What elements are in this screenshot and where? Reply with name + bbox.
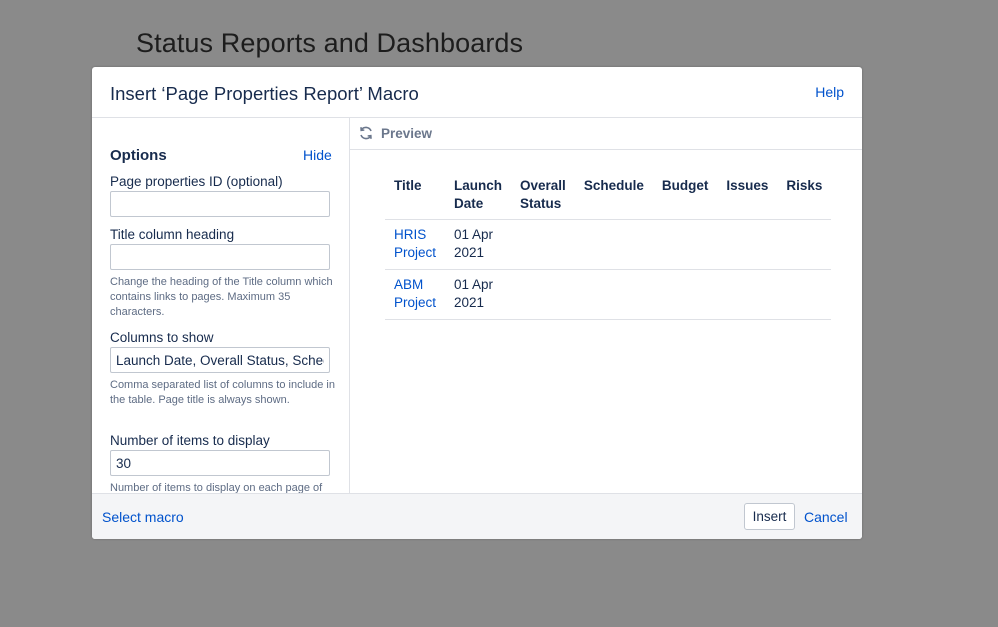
table-row: ABM Project 01 Apr 2021 (385, 269, 832, 320)
column-header-issues: Issues (717, 173, 778, 220)
insert-macro-dialog: Insert ‘Page Properties Report’ Macro He… (92, 67, 862, 539)
column-header-overall-status: Overall Status (511, 173, 575, 220)
preview-bar: Preview (350, 118, 862, 150)
table-cell-launch-date: 01 Apr 2021 (445, 269, 512, 320)
column-header-risks: Risks (777, 173, 832, 220)
column-header-launch-date: Launch Date (445, 173, 512, 220)
column-header-title: Title (385, 173, 446, 220)
table-cell-title: ABM Project (385, 269, 446, 320)
number-of-items-description: Number of items to display on each page … (110, 482, 323, 493)
table-cell-launch-date: 01 Apr 2021 (445, 219, 512, 270)
dialog-header: Insert ‘Page Properties Report’ Macro He… (92, 67, 862, 118)
page-properties-id-input[interactable] (110, 191, 330, 217)
table-cell-budget (652, 269, 718, 320)
page-link-hris-project[interactable]: HRIS Project (394, 227, 436, 260)
table-cell-overall-status (511, 269, 575, 320)
table-cell-risks (777, 269, 832, 320)
cancel-link[interactable]: Cancel (804, 509, 848, 525)
column-header-budget: Budget (652, 173, 718, 220)
refresh-icon[interactable] (358, 125, 374, 141)
help-link[interactable]: Help (815, 84, 844, 100)
columns-to-show-description: Comma separated list of columns to inclu… (110, 379, 335, 406)
table-row: HRIS Project 01 Apr 2021 (385, 219, 832, 270)
select-macro-link[interactable]: Select macro (102, 509, 184, 525)
table-cell-issues (717, 269, 778, 320)
preview-panel: Preview Title Launch Date Overall Status… (350, 118, 862, 493)
columns-to-show-label: Columns to show (110, 330, 214, 345)
column-header-schedule: Schedule (574, 173, 653, 220)
dialog-footer: Select macro Insert Cancel (92, 493, 862, 539)
table-cell-schedule (574, 219, 653, 270)
table-cell-overall-status (511, 219, 575, 270)
page-link-abm-project[interactable]: ABM Project (394, 277, 436, 310)
dialog-title: Insert ‘Page Properties Report’ Macro (110, 83, 419, 104)
table-cell-issues (717, 219, 778, 270)
options-heading: Options (110, 147, 167, 164)
title-column-heading-label: Title column heading (110, 227, 235, 242)
page-properties-id-label: Page properties ID (optional) (110, 174, 283, 189)
options-panel: Options Hide Page properties ID (optiona… (92, 118, 350, 493)
preview-table: Title Launch Date Overall Status Schedul… (385, 173, 832, 320)
insert-button[interactable]: Insert (744, 503, 795, 530)
table-cell-risks (777, 219, 832, 270)
table-cell-schedule (574, 269, 653, 320)
preview-label: Preview (381, 126, 433, 141)
hide-options-link[interactable]: Hide (303, 147, 332, 163)
table-cell-budget (652, 219, 718, 270)
columns-to-show-input[interactable] (110, 347, 330, 373)
number-of-items-label: Number of items to display (110, 433, 270, 448)
table-cell-title: HRIS Project (385, 219, 446, 270)
table-header-row: Title Launch Date Overall Status Schedul… (385, 173, 832, 220)
title-column-heading-description: Change the heading of the Title column w… (110, 276, 333, 318)
number-of-items-input[interactable] (110, 450, 330, 476)
page-title: Status Reports and Dashboards (136, 28, 524, 58)
title-column-heading-input[interactable] (110, 244, 330, 270)
